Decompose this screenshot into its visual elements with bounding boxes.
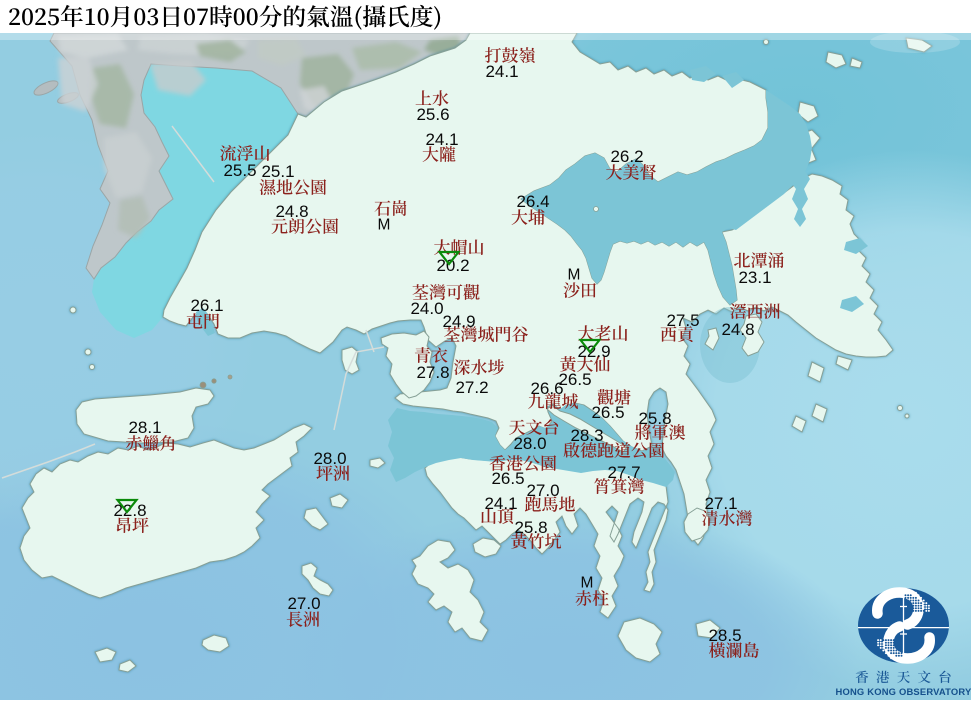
svg-text:23.1: 23.1	[738, 268, 771, 287]
svg-text:24.0: 24.0	[410, 299, 443, 318]
svg-text:27.0: 27.0	[526, 481, 559, 500]
svg-text:26.2: 26.2	[610, 147, 643, 166]
svg-text:22.8: 22.8	[113, 501, 146, 520]
svg-text:HONG KONG OBSERVATORY: HONG KONG OBSERVATORY	[836, 686, 971, 697]
svg-text:24.8: 24.8	[721, 320, 754, 339]
svg-text:24.1: 24.1	[485, 62, 518, 81]
svg-text:28.0: 28.0	[313, 449, 346, 468]
svg-text:M: M	[581, 574, 594, 591]
svg-text:24.9: 24.9	[442, 312, 475, 331]
svg-text:28.3: 28.3	[570, 426, 603, 445]
svg-text:27.1: 27.1	[704, 494, 737, 513]
svg-text:24.8: 24.8	[275, 202, 308, 221]
svg-text:28.5: 28.5	[708, 626, 741, 645]
svg-text:27.8: 27.8	[416, 363, 449, 382]
svg-text:26.1: 26.1	[190, 296, 223, 315]
svg-text:28.1: 28.1	[128, 418, 161, 437]
svg-text:26.5: 26.5	[591, 403, 624, 422]
svg-text:27.5: 27.5	[666, 311, 699, 330]
svg-text:24.1: 24.1	[484, 494, 517, 513]
svg-text:26.5: 26.5	[491, 469, 524, 488]
svg-text:M: M	[568, 266, 581, 283]
svg-text:25.6: 25.6	[416, 105, 449, 124]
svg-text:27.7: 27.7	[607, 463, 640, 482]
svg-text:M: M	[378, 216, 391, 233]
svg-text:26.6: 26.6	[530, 379, 563, 398]
svg-text:27.2: 27.2	[455, 378, 488, 397]
svg-text:25.1: 25.1	[261, 162, 294, 181]
svg-text:22.9: 22.9	[577, 342, 610, 361]
svg-text:26.4: 26.4	[516, 192, 549, 211]
svg-text:28.0: 28.0	[513, 434, 546, 453]
svg-text:25.8: 25.8	[638, 409, 671, 428]
svg-text:25.5: 25.5	[223, 161, 256, 180]
svg-text:24.1: 24.1	[425, 130, 458, 149]
svg-text:27.0: 27.0	[287, 594, 320, 613]
svg-text:25.8: 25.8	[514, 518, 547, 537]
